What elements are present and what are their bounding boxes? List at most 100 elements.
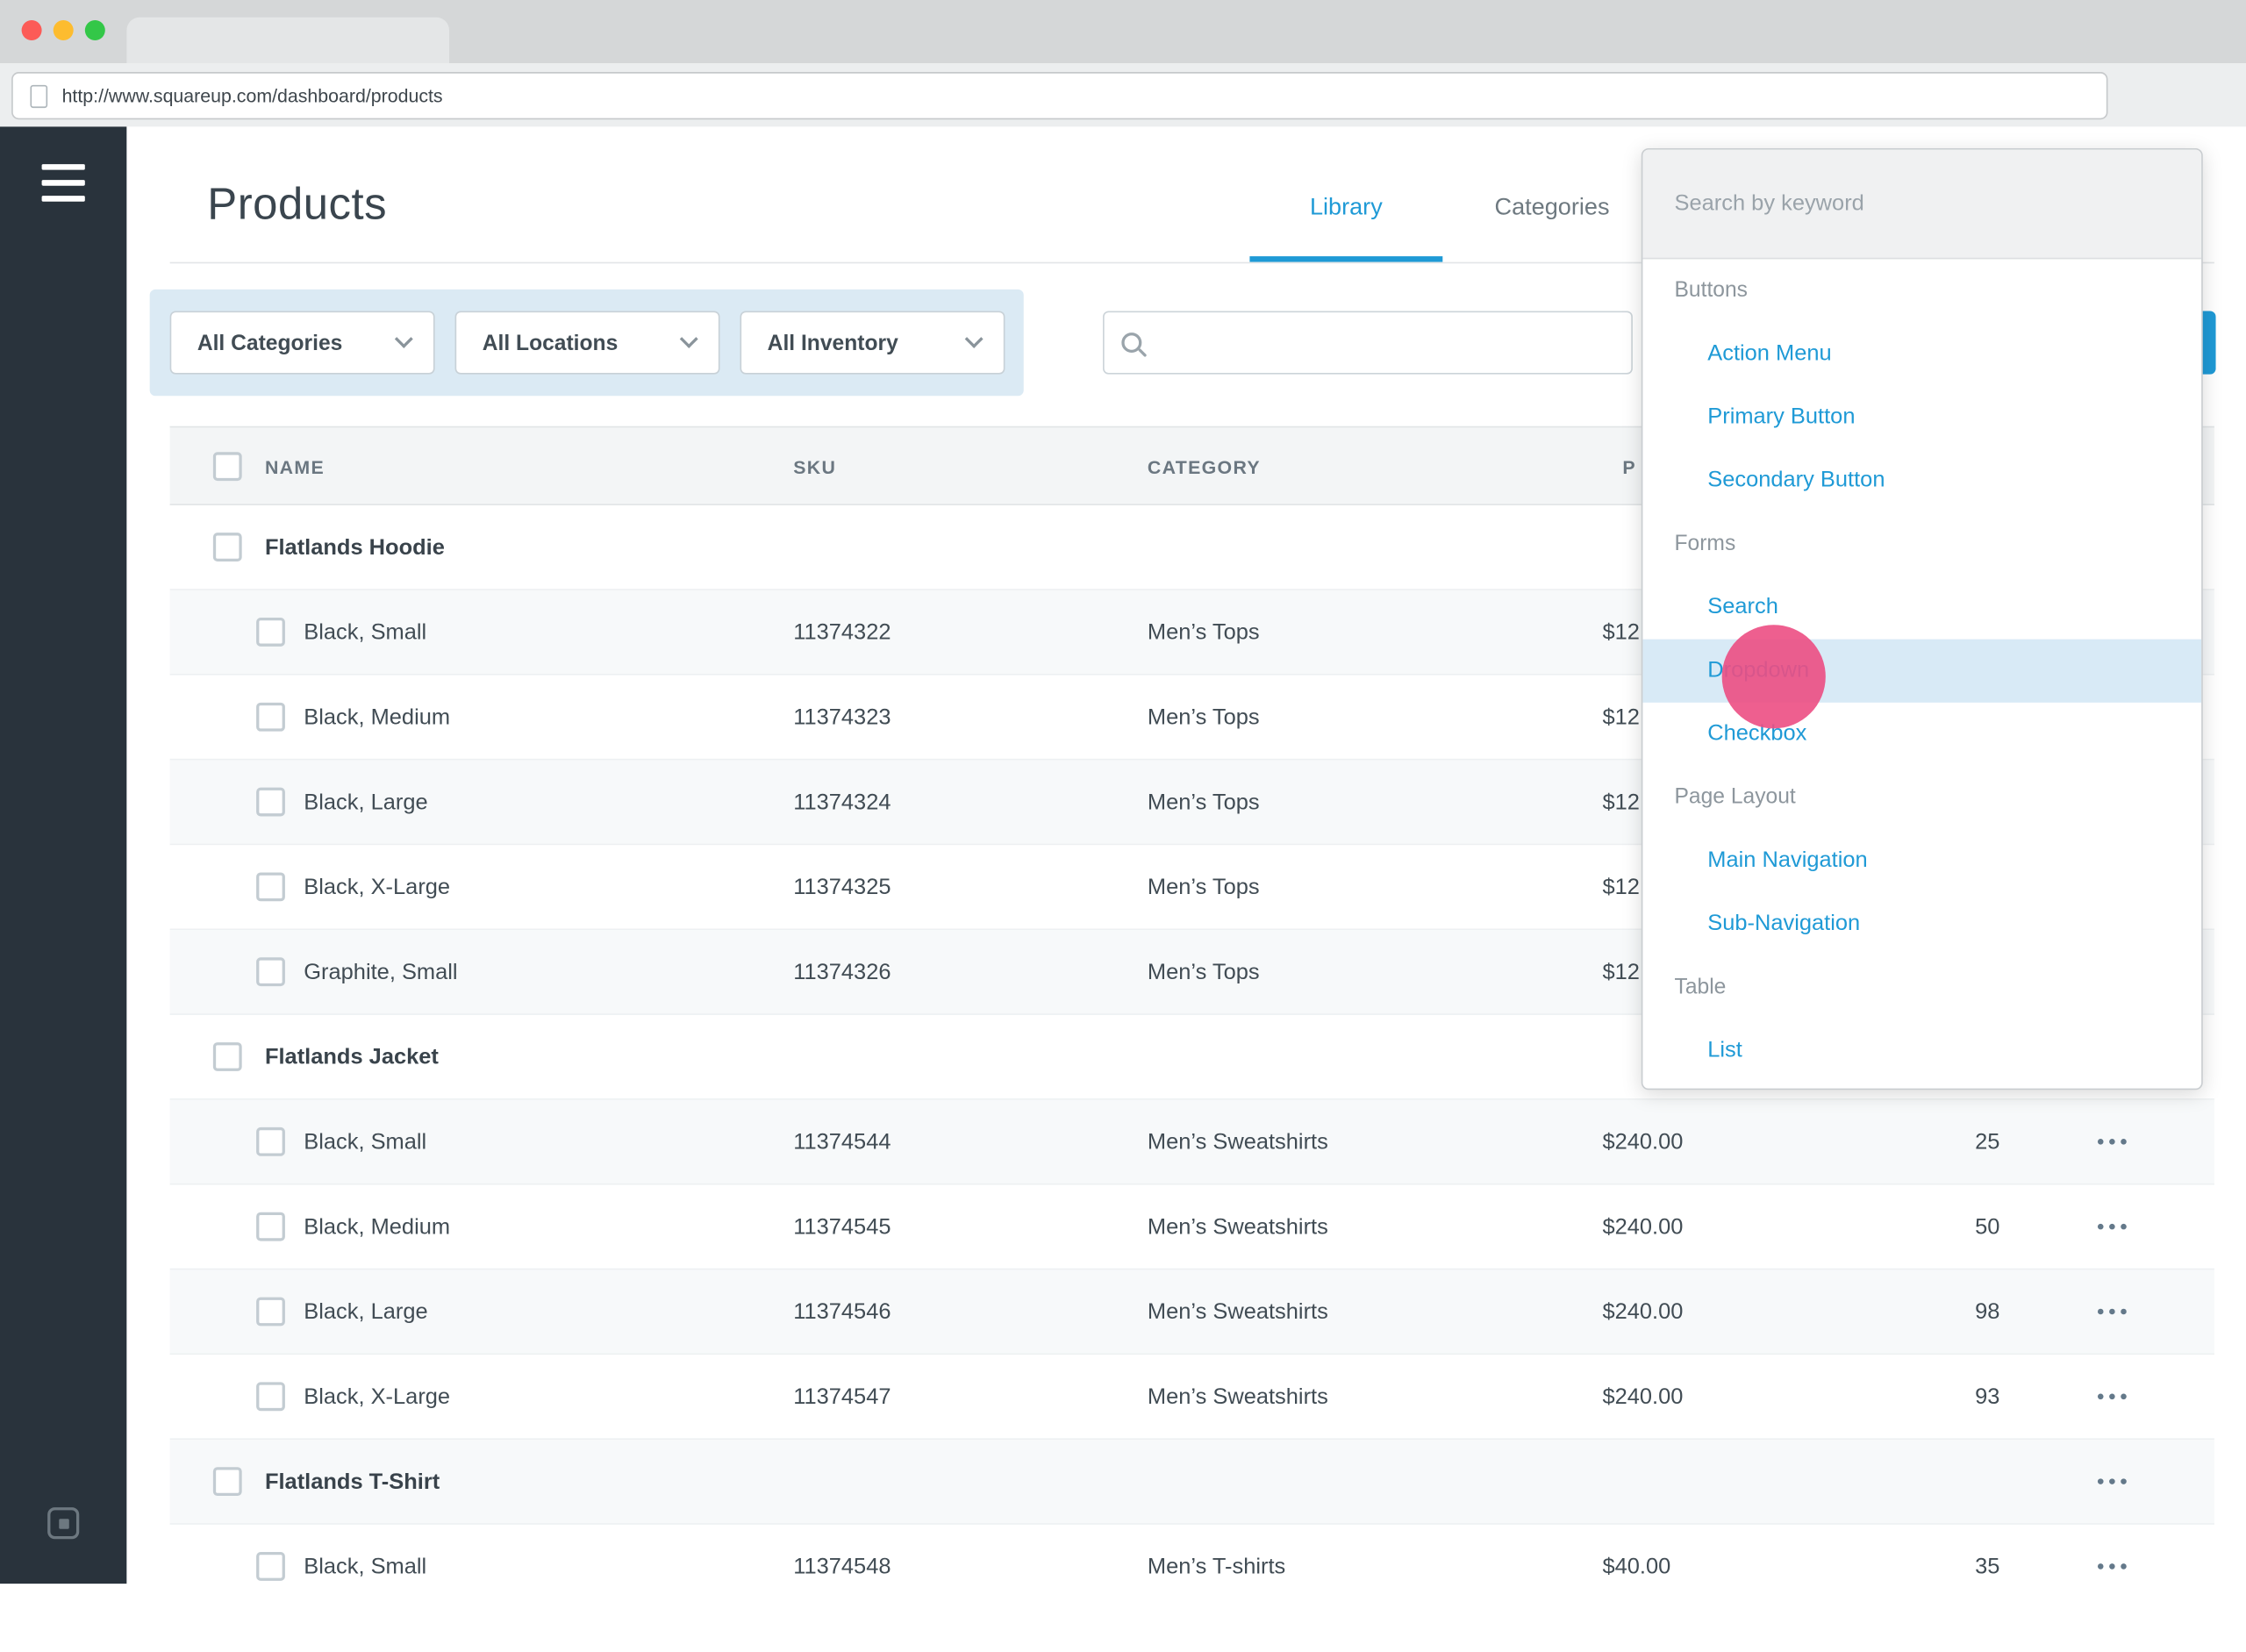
- variant-price: $40.00: [1602, 1525, 1670, 1584]
- browser-toolbar: http://www.squareup.com/dashboard/produc…: [0, 63, 2246, 126]
- row-checkbox[interactable]: [256, 1127, 285, 1156]
- screenshot-stage: http://www.squareup.com/dashboard/produc…: [0, 0, 2246, 1651]
- window-minimize-button[interactable]: [54, 20, 74, 40]
- variant-category: Men’s Tops: [1148, 760, 1260, 845]
- tab-categories[interactable]: Categories: [1460, 195, 1644, 222]
- chevron-down-icon: [680, 330, 698, 348]
- table-row-variant[interactable]: Black, Medium 11374545 Men’s Sweatshirts…: [170, 1185, 2214, 1270]
- component-picker-panel: Buttons Action Menu Primary Button Secon…: [1642, 148, 2203, 1090]
- row-actions-menu[interactable]: [2091, 1185, 2134, 1269]
- page-icon: [30, 84, 47, 107]
- group-name: Flatlands T-Shirt: [265, 1440, 440, 1525]
- variant-price: $240.00: [1602, 1269, 1683, 1355]
- row-checkbox[interactable]: [256, 1212, 285, 1241]
- variant-name: Black, Small: [304, 1525, 426, 1584]
- variant-stock: 25: [1913, 1100, 1999, 1185]
- chevron-down-icon: [395, 330, 413, 348]
- url-bar[interactable]: http://www.squareup.com/dashboard/produc…: [11, 72, 2107, 119]
- row-checkbox[interactable]: [256, 703, 285, 732]
- select-all-checkbox[interactable]: [213, 452, 242, 481]
- variant-sku: 11374544: [793, 1100, 891, 1185]
- overlay-link-checkbox[interactable]: Checkbox: [1642, 703, 2201, 766]
- variant-sku: 11374547: [793, 1355, 891, 1440]
- overlay-link-primary-button[interactable]: Primary Button: [1642, 386, 2201, 449]
- product-search-box[interactable]: [1103, 311, 1633, 374]
- square-logo-icon: [47, 1507, 79, 1539]
- overlay-section-table: Table: [1642, 956, 2201, 1019]
- tab-library[interactable]: Library: [1249, 195, 1442, 222]
- variant-category: Men’s Tops: [1148, 845, 1260, 930]
- row-actions-menu[interactable]: [2091, 1440, 2134, 1523]
- variant-name: Black, Small: [304, 590, 426, 676]
- variant-price: $240.00: [1602, 1355, 1683, 1440]
- row-actions-menu[interactable]: [2091, 1100, 2134, 1184]
- variant-name: Graphite, Small: [304, 930, 457, 1015]
- row-checkbox[interactable]: [213, 1042, 242, 1071]
- row-checkbox[interactable]: [256, 957, 285, 986]
- column-header-name: NAME: [265, 427, 325, 506]
- variant-name: Black, Medium: [304, 1185, 450, 1270]
- variant-sku: 11374546: [793, 1269, 891, 1355]
- browser-tab[interactable]: [126, 18, 449, 64]
- table-row-group[interactable]: Flatlands T-Shirt: [170, 1440, 2214, 1525]
- column-header-sku: SKU: [793, 427, 836, 506]
- variant-name: Black, X-Large: [304, 845, 450, 930]
- variant-sku: 11374323: [793, 676, 891, 761]
- overlay-link-search[interactable]: Search: [1642, 576, 2201, 639]
- overlay-link-list[interactable]: List: [1642, 1019, 2201, 1083]
- window-close-button[interactable]: [22, 20, 42, 40]
- overlay-section-forms: Forms: [1642, 512, 2201, 576]
- locations-dropdown[interactable]: All Locations: [455, 311, 720, 374]
- row-checkbox[interactable]: [256, 618, 285, 647]
- overlay-section-page-layout: Page Layout: [1642, 766, 2201, 829]
- search-input[interactable]: [1156, 331, 1614, 355]
- row-checkbox[interactable]: [256, 1298, 285, 1327]
- row-checkbox[interactable]: [256, 872, 285, 901]
- variant-price: $12: [1602, 930, 1639, 1015]
- overlay-search-input[interactable]: [1642, 190, 2201, 217]
- row-actions-menu[interactable]: [2091, 1525, 2134, 1584]
- inventory-dropdown[interactable]: All Inventory: [740, 311, 1005, 374]
- overlay-link-dropdown[interactable]: Dropdown: [1642, 640, 2201, 703]
- overlay-link-main-navigation[interactable]: Main Navigation: [1642, 829, 2201, 892]
- categories-dropdown[interactable]: All Categories: [170, 311, 435, 374]
- table-row-variant[interactable]: Black, Large 11374546 Men’s Sweatshirts …: [170, 1269, 2214, 1355]
- variant-category: Men’s Tops: [1148, 930, 1260, 1015]
- overlay-link-sub-navigation[interactable]: Sub-Navigation: [1642, 892, 2201, 955]
- variant-category: Men’s Tops: [1148, 590, 1260, 676]
- row-checkbox[interactable]: [256, 788, 285, 817]
- variant-price: $240.00: [1602, 1185, 1683, 1270]
- variant-price: $12: [1602, 845, 1639, 930]
- overlay-link-action-menu[interactable]: Action Menu: [1642, 323, 2201, 386]
- row-checkbox[interactable]: [256, 1382, 285, 1411]
- variant-stock: 50: [1913, 1185, 1999, 1270]
- variant-name: Black, Medium: [304, 676, 450, 761]
- window-zoom-button[interactable]: [85, 20, 105, 40]
- column-header-category: CATEGORY: [1148, 427, 1261, 506]
- row-actions-menu[interactable]: [2091, 1269, 2134, 1353]
- group-name: Flatlands Jacket: [265, 1015, 439, 1100]
- browser-tab-strip: [0, 0, 2246, 63]
- row-checkbox[interactable]: [213, 1467, 242, 1496]
- variant-sku: 11374324: [793, 760, 891, 845]
- variant-category: Men’s Sweatshirts: [1148, 1185, 1328, 1270]
- table-row-variant[interactable]: Black, Small 11374548 Men’s T-shirts $40…: [170, 1525, 2214, 1584]
- page-title: Products: [207, 178, 387, 230]
- variant-name: Black, Small: [304, 1100, 426, 1185]
- search-icon: [1121, 333, 1141, 353]
- dropdown-label: All Categories: [197, 331, 397, 355]
- row-checkbox[interactable]: [213, 533, 242, 561]
- column-header-price: P: [1622, 427, 1636, 506]
- variant-sku: 11374545: [793, 1185, 891, 1270]
- chevron-down-icon: [965, 330, 984, 348]
- table-row-variant[interactable]: Black, X-Large 11374547 Men’s Sweatshirt…: [170, 1355, 2214, 1440]
- row-checkbox[interactable]: [256, 1552, 285, 1581]
- overlay-link-secondary-button[interactable]: Secondary Button: [1642, 449, 2201, 512]
- overlay-search-field[interactable]: [1642, 150, 2201, 260]
- variant-category: Men’s Sweatshirts: [1148, 1100, 1328, 1185]
- variant-stock: 93: [1913, 1355, 1999, 1440]
- table-row-variant[interactable]: Black, Small 11374544 Men’s Sweatshirts …: [170, 1100, 2214, 1185]
- row-actions-menu[interactable]: [2091, 1355, 2134, 1438]
- variant-category: Men’s Tops: [1148, 676, 1260, 761]
- sidebar-hamburger-icon[interactable]: [42, 164, 85, 211]
